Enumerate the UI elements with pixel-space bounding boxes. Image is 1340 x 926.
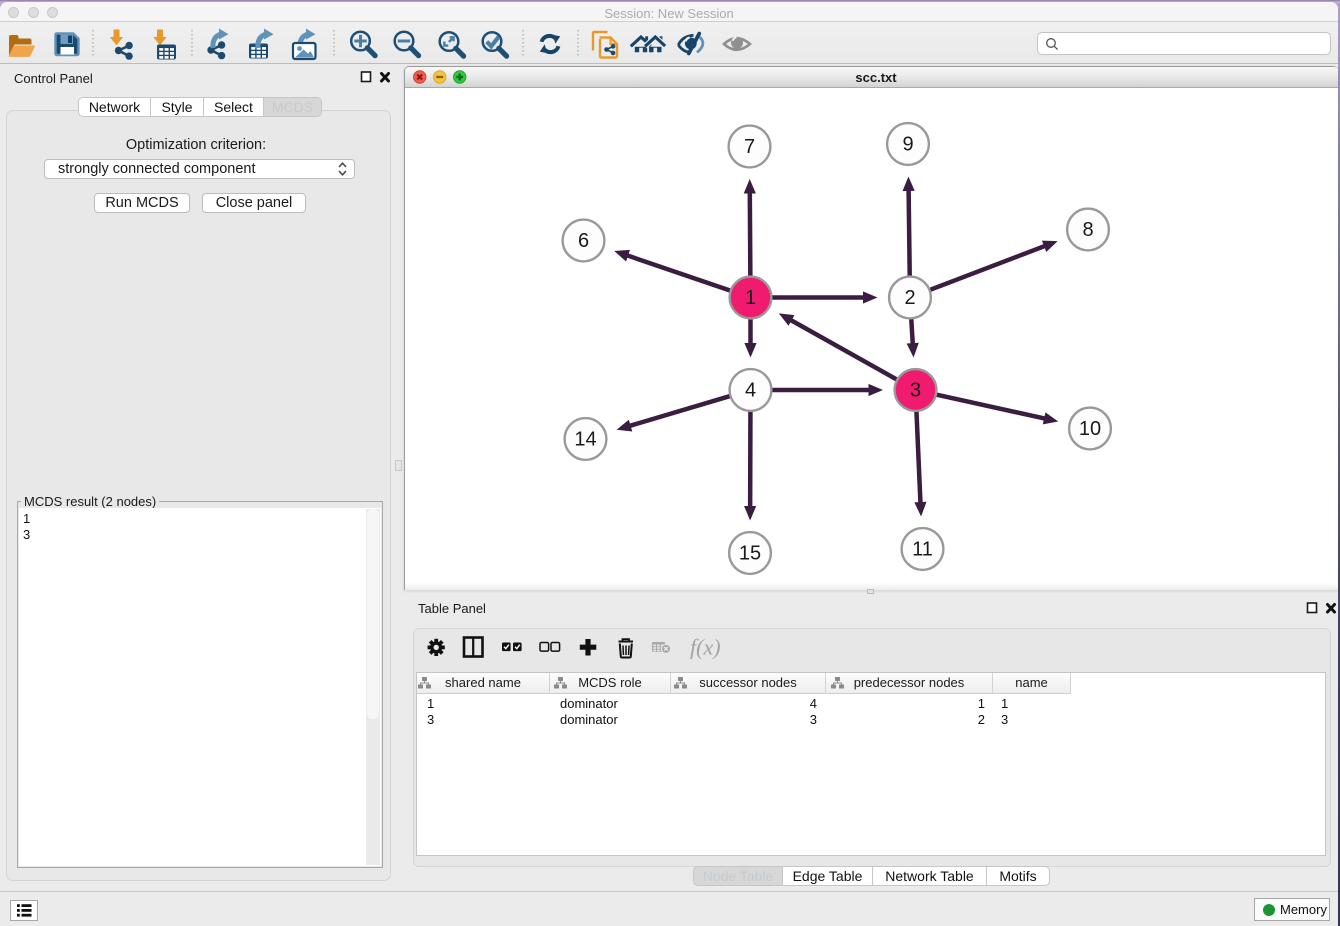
svg-text:3: 3 xyxy=(910,380,921,402)
svg-text:8: 8 xyxy=(1082,219,1093,241)
svg-text:f(x): f(x) xyxy=(690,635,721,660)
svg-text:10: 10 xyxy=(1079,418,1101,440)
svg-text:1: 1 xyxy=(745,287,756,309)
svg-text:11: 11 xyxy=(912,539,933,561)
svg-text:14: 14 xyxy=(574,429,596,451)
svg-text:15: 15 xyxy=(739,543,761,565)
svg-text:4: 4 xyxy=(745,380,756,402)
svg-text:9: 9 xyxy=(902,134,913,156)
svg-text:6: 6 xyxy=(578,230,589,252)
svg-text:2: 2 xyxy=(904,287,915,309)
svg-text:7: 7 xyxy=(744,136,755,158)
